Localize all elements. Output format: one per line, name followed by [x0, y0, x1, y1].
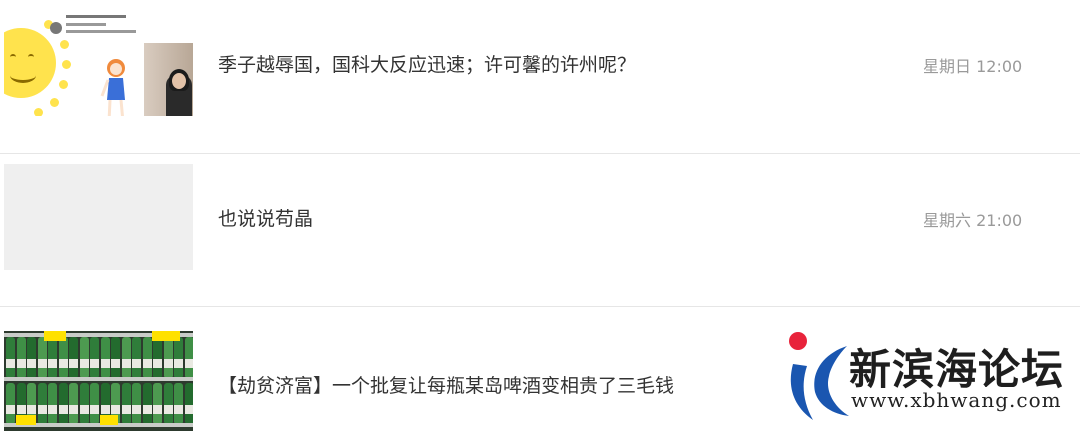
beer-bottle — [27, 337, 36, 377]
bottle-label — [163, 405, 173, 414]
bottle-label — [184, 359, 193, 368]
article-thumbnail[interactable] — [4, 10, 193, 116]
bottle-label — [184, 405, 193, 414]
beer-bottle — [48, 337, 57, 377]
forum-watermark: 新滨海论坛 www.xbhwang.com — [785, 330, 1075, 420]
beer-bottle — [132, 383, 141, 423]
article-item[interactable]: 也说说苟晶 星期六 21:00 — [0, 154, 1080, 307]
bottle-label — [79, 359, 89, 368]
watermark-url: www.xbhwang.com — [851, 388, 1062, 412]
price-tag — [44, 331, 66, 341]
beer-bottle — [79, 383, 89, 423]
beer-bottle — [174, 337, 183, 377]
bottle-label — [163, 359, 173, 368]
beer-bottle — [90, 383, 99, 423]
article-item[interactable]: 季子越辱国，国科大反应迅速；许可馨的许州呢？ 星期日 12:00 — [0, 0, 1080, 154]
bottle-label — [48, 405, 57, 414]
bottle-label — [58, 359, 68, 368]
forum-logo-icon — [790, 346, 849, 420]
bottle-label — [121, 359, 131, 368]
beer-bottle — [69, 337, 78, 377]
beer-bottle — [69, 383, 78, 423]
beer-bottle — [37, 383, 47, 423]
bottle-label — [37, 405, 47, 414]
beer-bottle — [48, 383, 57, 423]
beer-bottle — [153, 383, 162, 423]
beer-bottle — [58, 337, 68, 377]
price-tag — [152, 331, 180, 341]
shelf-edge — [4, 377, 193, 381]
beer-bottle — [37, 337, 47, 377]
beer-bottle — [174, 383, 183, 423]
beer-bottle — [16, 337, 26, 377]
price-tag — [16, 415, 36, 425]
bottle-label — [79, 405, 89, 414]
bottle-label — [16, 405, 26, 414]
beer-bottle — [163, 383, 173, 423]
bottle-label — [58, 405, 68, 414]
price-tag — [100, 415, 118, 425]
beer-bottle — [100, 337, 110, 377]
bottle-label — [111, 359, 120, 368]
bottle-label — [174, 359, 183, 368]
beer-bottle — [6, 337, 15, 377]
bottle-label — [111, 405, 120, 414]
beer-bottle — [121, 383, 131, 423]
beer-bottle — [6, 383, 15, 423]
article-thumbnail[interactable] — [4, 331, 193, 431]
bottle-label — [69, 405, 78, 414]
bottle-label — [100, 405, 110, 414]
beer-bottle — [184, 383, 193, 423]
beer-bottle — [90, 337, 99, 377]
beer-bottle — [142, 383, 152, 423]
beer-bottle — [153, 337, 162, 377]
article-thumbnail[interactable] — [4, 164, 193, 270]
bottle-label — [90, 405, 99, 414]
beer-bottle — [142, 337, 152, 377]
article-title[interactable]: 也说说苟晶 — [218, 204, 313, 231]
bottle-label — [174, 405, 183, 414]
avatar — [50, 22, 62, 34]
logo-dot-icon — [789, 332, 807, 350]
article-time: 星期日 12:00 — [923, 57, 1023, 76]
beer-bottle — [163, 337, 173, 377]
bottle-label — [153, 405, 162, 414]
person-photo — [144, 43, 193, 116]
anime-girl-illustration — [100, 59, 125, 116]
beer-bottle — [184, 337, 193, 377]
bottle-label — [142, 359, 152, 368]
bottle-label — [132, 405, 141, 414]
beer-bottle — [79, 337, 89, 377]
bottle-label — [153, 359, 162, 368]
article-title[interactable]: 季子越辱国，国科大反应迅速；许可馨的许州呢？ — [218, 50, 636, 77]
beer-bottle — [111, 337, 120, 377]
bottle-label — [16, 359, 26, 368]
bottle-label — [100, 359, 110, 368]
bottle-label — [6, 405, 15, 414]
bottle-label — [27, 359, 36, 368]
bottle-label — [121, 405, 131, 414]
article-title[interactable]: 【劫贫济富】一个批复让每瓶某岛啤酒变相贵了三毛钱 — [218, 371, 674, 398]
sun-sticker-icon — [4, 28, 56, 98]
beer-bottle — [58, 383, 68, 423]
bottle-label — [132, 359, 141, 368]
article-time: 星期六 21:00 — [923, 211, 1023, 230]
bottle-label — [37, 359, 47, 368]
beer-bottle — [121, 337, 131, 377]
beer-bottle — [132, 337, 141, 377]
bottle-label — [90, 359, 99, 368]
bottle-label — [69, 359, 78, 368]
bottle-label — [27, 405, 36, 414]
bottle-label — [48, 359, 57, 368]
bottle-label — [142, 405, 152, 414]
bottle-label — [6, 359, 15, 368]
